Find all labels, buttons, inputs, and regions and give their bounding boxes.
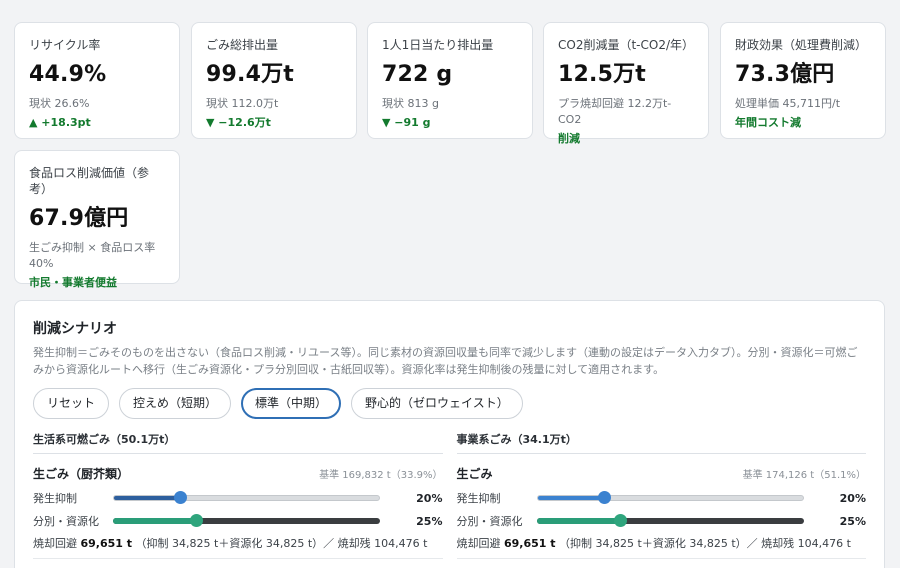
kpi-label: ごみ総排出量 xyxy=(206,38,279,52)
preset-ambitious-button[interactable]: 野心的（ゼロウェイスト） xyxy=(351,388,523,419)
item-baseline: 基準 169,832 t（33.9%） xyxy=(319,470,443,481)
summary-prefix: 焼却回避 xyxy=(456,537,501,550)
slider-handle[interactable] xyxy=(613,514,627,527)
preset-buttons: リセット 控えめ（短期） 標準（中期） 野心的（ゼロウェイスト） xyxy=(33,388,866,419)
business-column: 事業系ごみ（34.1万t） 生ごみ 基準 174,126 t（51.1%） 発生… xyxy=(456,433,867,568)
preset-standard-button[interactable]: 標準（中期） xyxy=(241,388,342,419)
kpi-label: 1人1日当たり排出量 xyxy=(382,38,494,52)
item-name: 生ごみ（厨芥類） xyxy=(33,467,130,481)
kpi-value: 722 g xyxy=(382,62,453,87)
slider-fill xyxy=(537,496,604,500)
kpi-value: 67.9億円 xyxy=(29,206,129,231)
kpi-card-per-capita: 1人1日当たり排出量 722 g 現状 813 g ▼ −91 g xyxy=(367,22,533,139)
item-summary: 焼却回避 69,651 t （抑制 34,825 t＋資源化 34,825 t）… xyxy=(33,536,443,559)
kpi-delta: ▼ −12.6万t xyxy=(206,116,271,129)
slider-handle[interactable] xyxy=(597,491,611,504)
item-header: 生ごみ（厨芥類） 基準 169,832 t（33.9%） xyxy=(33,465,443,482)
recycle-slider[interactable] xyxy=(113,514,380,527)
kpi-value: 44.9% xyxy=(29,62,107,87)
slider-fill xyxy=(536,518,620,524)
kpi-card-fiscal: 財政効果（処理費削減） 73.3億円 処理単価 45,711円/t 年間コスト減 xyxy=(720,22,886,139)
kpi-sub: 現状 112.0万t xyxy=(206,97,279,110)
recycle-slider-row: 分別・資源化 25% xyxy=(33,514,443,528)
kpi-card-food-loss: 食品ロス削減価値（参考） 67.9億円 生ごみ抑制 × 食品ロス率 40% 市民… xyxy=(14,150,180,289)
slider-label: 分別・資源化 xyxy=(456,515,523,528)
slider-handle[interactable] xyxy=(190,514,204,527)
preset-conservative-button[interactable]: 控えめ（短期） xyxy=(119,388,232,419)
kpi-card-recycle-rate: リサイクル率 44.9% 現状 26.6% ▲ +18.3pt xyxy=(14,22,180,139)
slider-value: 25% xyxy=(839,514,866,528)
summary-total: 69,651 t xyxy=(80,537,133,550)
suppress-slider-row: 発生抑制 20% xyxy=(456,491,866,505)
slider-label: 発生抑制 xyxy=(33,492,77,505)
kpi-value: 99.4万t xyxy=(206,62,294,87)
kpi-delta: ▼ −91 g xyxy=(382,116,431,129)
scenario-description: 発生抑制＝ごみそのものを出さない（食品ロス削減・リユース等）。同じ素材の資源回収… xyxy=(33,346,858,376)
kpi-sub: 現状 26.6% xyxy=(29,97,90,110)
kpi-label: 財政効果（処理費削減） xyxy=(735,38,868,52)
summary-prefix: 焼却回避 xyxy=(33,537,77,550)
kpi-label: リサイクル率 xyxy=(29,38,101,52)
suppress-slider[interactable] xyxy=(113,491,380,504)
item-summary: 焼却回避 69,651 t （抑制 34,825 t＋資源化 34,825 t）… xyxy=(456,536,866,559)
slider-value: 20% xyxy=(839,491,866,505)
scenario-columns: 生活系可燃ごみ（50.1万t） 生ごみ（厨芥類） 基準 169,832 t（33… xyxy=(33,433,866,568)
kpi-value: 73.3億円 xyxy=(735,62,835,87)
slider-label: 発生抑制 xyxy=(456,492,501,505)
kpi-value: 12.5万t xyxy=(558,62,646,87)
kpi-delta: 市民・事業者便益 xyxy=(29,276,117,289)
kpi-sub: 処理単価 45,711円/t xyxy=(735,97,841,110)
kpi-delta: ▲ +18.3pt xyxy=(29,116,91,129)
suppress-slider[interactable] xyxy=(536,491,804,504)
scenario-title: 削減シナリオ xyxy=(33,321,117,337)
scenario-panel: 削減シナリオ 発生抑制＝ごみそのものを出さない（食品ロス削減・リユース等）。同じ… xyxy=(14,300,885,568)
kpi-label: 食品ロス削減価値（参考） xyxy=(29,166,150,196)
kpi-sub: 現状 813 g xyxy=(382,97,439,110)
column-heading: 事業系ごみ（34.1万t） xyxy=(456,433,866,454)
summary-detail: （抑制 34,825 t＋資源化 34,825 t）／ 焼却残 104,476 … xyxy=(135,537,428,550)
recycle-slider-row: 分別・資源化 25% xyxy=(456,514,866,528)
slider-value: 20% xyxy=(416,491,443,505)
summary-total: 69,651 t xyxy=(504,537,556,550)
summary-detail: （抑制 34,825 t＋資源化 34,825 t）／ 焼却残 104,476 … xyxy=(559,537,851,550)
item-name: 生ごみ xyxy=(456,467,493,481)
suppress-slider-row: 発生抑制 20% xyxy=(33,491,443,505)
kpi-sub: 生ごみ抑制 × 食品ロス率 40% xyxy=(29,241,156,270)
item-header: 生ごみ 基準 174,126 t（51.1%） xyxy=(457,465,867,482)
reset-button[interactable]: リセット xyxy=(33,388,110,419)
kpi-card-total-waste: ごみ総排出量 99.4万t 現状 112.0万t ▼ −12.6万t xyxy=(191,22,357,139)
slider-fill xyxy=(114,496,181,500)
household-column: 生活系可燃ごみ（50.1万t） 生ごみ（厨芥類） 基準 169,832 t（33… xyxy=(33,433,443,568)
kpi-label: CO2削減量（t-CO2/年） xyxy=(558,38,694,52)
kpi-delta: 削減 xyxy=(558,132,580,145)
slider-label: 分別・資源化 xyxy=(33,515,99,528)
recycle-slider[interactable] xyxy=(536,514,804,527)
column-heading: 生活系可燃ごみ（50.1万t） xyxy=(33,433,443,454)
slider-handle[interactable] xyxy=(174,491,188,504)
slider-fill xyxy=(113,518,197,524)
kpi-delta: 年間コスト減 xyxy=(735,116,801,129)
item-baseline: 基準 174,126 t（51.1%） xyxy=(742,470,866,481)
slider-value: 25% xyxy=(416,514,443,528)
kpi-sub: プラ焼却回避 12.2万t-CO2 xyxy=(558,97,672,126)
kpi-card-co2: CO2削減量（t-CO2/年） 12.5万t プラ焼却回避 12.2万t-CO2… xyxy=(543,22,709,145)
